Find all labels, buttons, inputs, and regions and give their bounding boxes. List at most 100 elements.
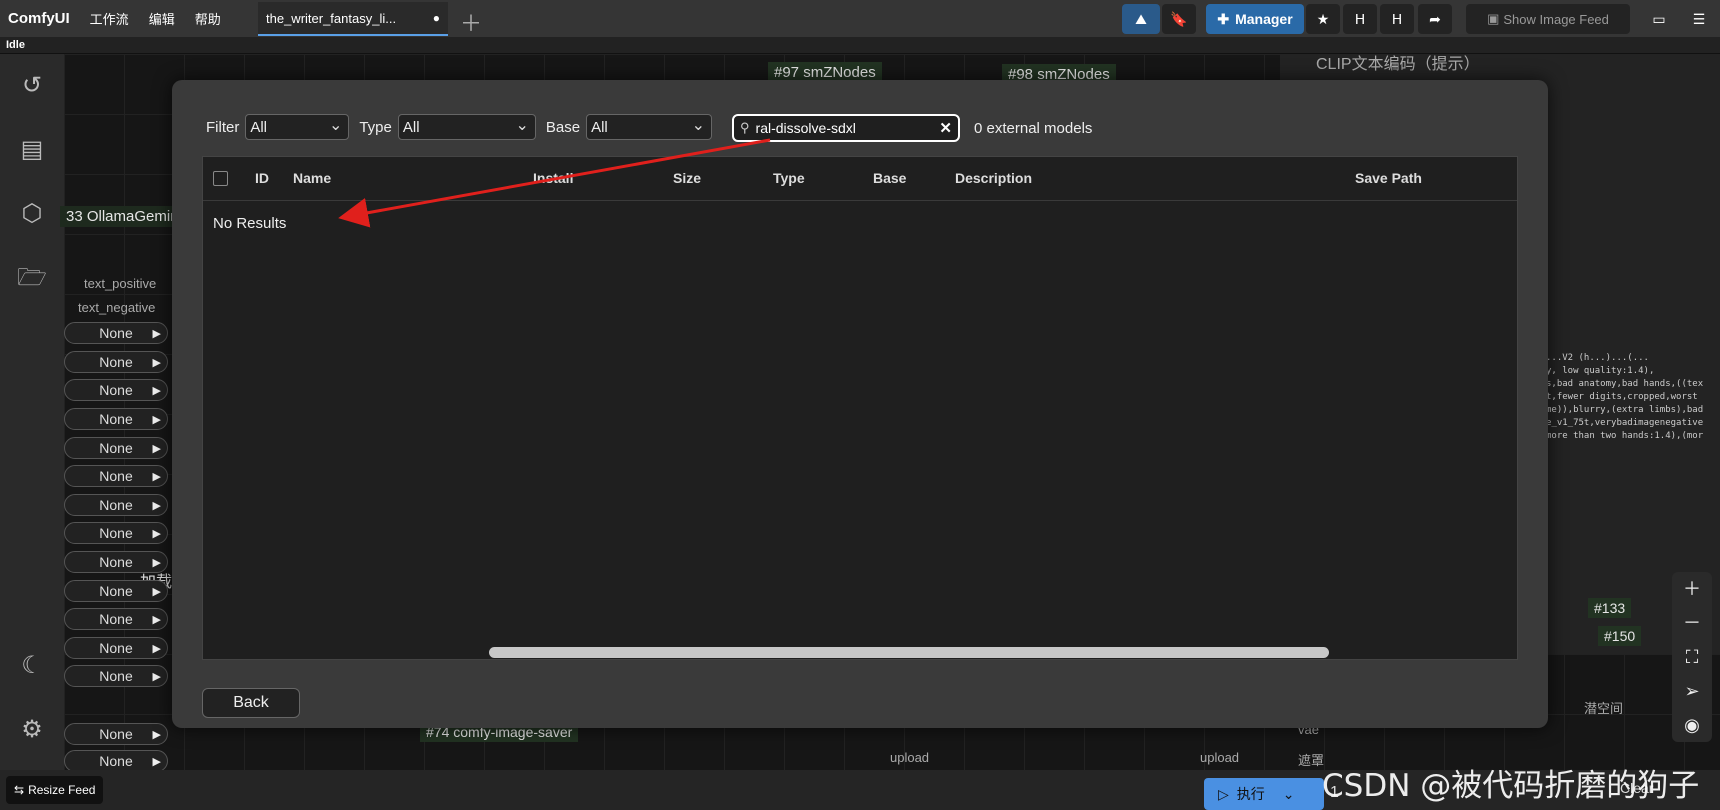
base-label: Base — [545, 118, 581, 136]
column-header[interactable]: Name — [293, 170, 331, 186]
code-line: e_v1_75t,verybadimagenegative — [1546, 418, 1704, 428]
panel-toggle-icon[interactable]: ▭ — [1644, 4, 1674, 34]
search-input[interactable]: ⚲ ral-dissolve-sdxl ✕ — [732, 114, 960, 142]
resize-feed-button[interactable]: ⇆ Resize Feed — [6, 776, 104, 804]
fit-view-icon[interactable]: ⛶ — [1672, 640, 1712, 674]
input-label: text_negative — [78, 300, 156, 315]
external-model-count: 0 external models — [974, 120, 1093, 137]
folder-icon[interactable]: 🗁 — [16, 262, 48, 294]
node-title[interactable]: #133 — [1588, 598, 1632, 618]
horizontal-scrollbar[interactable] — [489, 647, 1329, 658]
status-text: Idle — [6, 39, 25, 51]
widget-value[interactable]: None — [64, 522, 168, 544]
column-header[interactable]: Size — [673, 170, 701, 186]
widget-value[interactable]: None — [64, 351, 168, 373]
column-header[interactable]: Type — [773, 170, 805, 186]
model-alt-icon[interactable]: ᕼ — [1380, 4, 1414, 34]
watermark: CSDN @被代码折磨的狗子 — [1322, 768, 1700, 804]
type-select[interactable]: All — [397, 114, 536, 140]
model-install-dialog: Filter All Type All Base All ⚲ ral-disso… — [172, 80, 1548, 728]
settings-gear-icon[interactable]: ⚙ — [16, 714, 48, 746]
run-queue-button[interactable]: ▷ 执行 ⌄ — [1204, 778, 1324, 810]
chevron-down-icon[interactable]: ⌄ — [1283, 786, 1295, 803]
upload-button[interactable]: upload — [1200, 750, 1239, 765]
code-line: y, low quality:1.4), — [1546, 366, 1655, 376]
empty-state-message: No Results — [213, 215, 287, 232]
upload-button[interactable]: upload — [890, 750, 929, 765]
node-title[interactable]: 33 OllamaGemin — [60, 206, 185, 227]
column-header[interactable]: Base — [873, 170, 906, 186]
filter-select[interactable]: All — [245, 114, 350, 140]
code-line: more than two hands:1.4),(mor — [1546, 431, 1704, 441]
theme-moon-icon[interactable]: ☾ — [16, 650, 48, 682]
zoom-in-icon[interactable]: ＋ — [1672, 572, 1712, 606]
widget-value[interactable]: None — [64, 379, 168, 401]
input-label: text_positive — [84, 276, 157, 291]
model-cube-icon[interactable]: ⬡ — [16, 198, 48, 230]
resize-icon: ⇆ — [14, 783, 25, 797]
play-icon: ▷ — [1218, 785, 1229, 802]
tab-workflow[interactable]: the_writer_fantasy_li... ● — [258, 2, 448, 36]
menu-workflow[interactable]: 工作流 — [80, 9, 139, 28]
image-icon: ▣ — [1487, 11, 1500, 26]
manager-label: Manager — [1235, 11, 1293, 27]
back-button[interactable]: Back — [202, 688, 300, 718]
show-image-feed-button[interactable]: ▣ Show Image Feed — [1466, 4, 1630, 34]
search-value: ral-dissolve-sdxl — [755, 120, 856, 136]
type-label: Type — [359, 118, 392, 136]
share-icon[interactable]: ➦ — [1418, 4, 1452, 34]
menu-help[interactable]: 帮助 — [185, 9, 231, 28]
manager-button[interactable]: ✚ Manager — [1206, 4, 1304, 34]
filter-row: Filter All Type All Base All — [206, 114, 722, 140]
widget-value[interactable]: None — [64, 408, 168, 430]
visibility-eye-icon[interactable]: ◉ — [1672, 708, 1712, 742]
run-label: 执行 — [1236, 786, 1265, 802]
tab-label: the_writer_fantasy_li... — [266, 10, 397, 26]
resize-feed-label: Resize Feed — [28, 783, 96, 797]
widget-value[interactable]: None — [64, 723, 168, 745]
widget-value[interactable]: None — [64, 608, 168, 630]
widget-value[interactable]: None — [64, 494, 168, 516]
menu-edit[interactable]: 编辑 — [139, 9, 185, 28]
base-select[interactable]: All — [586, 114, 713, 140]
code-line: t,fewer digits,cropped,worst — [1546, 392, 1698, 402]
widget-value[interactable]: None — [64, 551, 168, 573]
table-header: ID Name Install Size Type Base Descripti… — [203, 157, 1517, 201]
model-icon[interactable]: ᕼ — [1343, 4, 1377, 34]
close-icon[interactable]: ✕ — [939, 119, 952, 137]
hamburger-menu-icon[interactable]: ☰ — [1684, 4, 1714, 34]
code-line: me)),blurry,(extra limbs),bad — [1546, 405, 1704, 415]
new-tab-button[interactable]: ＋ — [460, 6, 482, 38]
widget-value[interactable]: None — [64, 665, 168, 687]
code-line: s,bad anatomy,bad hands,((tex — [1546, 379, 1704, 389]
bookmark-icon[interactable]: 🔖 — [1162, 4, 1196, 34]
widget-value[interactable]: None — [64, 437, 168, 459]
prompt-text-area[interactable]: ...V2 (h...)...(... y, low quality:1.4), s… — [1546, 352, 1720, 443]
widget-value[interactable]: None — [64, 322, 168, 344]
zoom-out-icon[interactable]: － — [1672, 606, 1712, 640]
widget-value[interactable]: None — [64, 465, 168, 487]
code-line: ...V2 (h...)...(... — [1546, 353, 1649, 363]
select-all-checkbox[interactable] — [213, 171, 228, 186]
column-header[interactable]: ID — [255, 170, 269, 186]
app-logo[interactable]: ComfyUI — [0, 10, 80, 27]
star-icon[interactable]: ★ — [1306, 4, 1340, 34]
models-table: ID Name Install Size Type Base Descripti… — [202, 156, 1518, 660]
search-icon: ⚲ — [740, 120, 750, 135]
navigate-icon[interactable]: ➢ — [1672, 674, 1712, 708]
column-header[interactable]: Save Path — [1355, 170, 1422, 186]
widget-value[interactable]: None — [64, 750, 168, 772]
column-header[interactable]: Install — [533, 170, 573, 186]
column-header[interactable]: Description — [955, 170, 1032, 186]
widget-value[interactable]: None — [64, 580, 168, 602]
sidebar: ↺ ▤ ⬡ 🗁 ☾ ⚙ — [0, 54, 64, 770]
puzzle-icon: ✚ — [1217, 10, 1230, 27]
filter-label: Filter — [206, 118, 240, 136]
mountain-icon[interactable]: ⛰ — [1122, 4, 1160, 34]
history-icon[interactable]: ↺ — [16, 70, 48, 102]
node-label: CLIP文本编码（提示） — [1316, 56, 1480, 73]
output-label: 潜空间 — [1584, 701, 1624, 716]
widget-value[interactable]: None — [64, 637, 168, 659]
node-title[interactable]: #150 — [1598, 626, 1642, 646]
queue-book-icon[interactable]: ▤ — [16, 134, 48, 166]
